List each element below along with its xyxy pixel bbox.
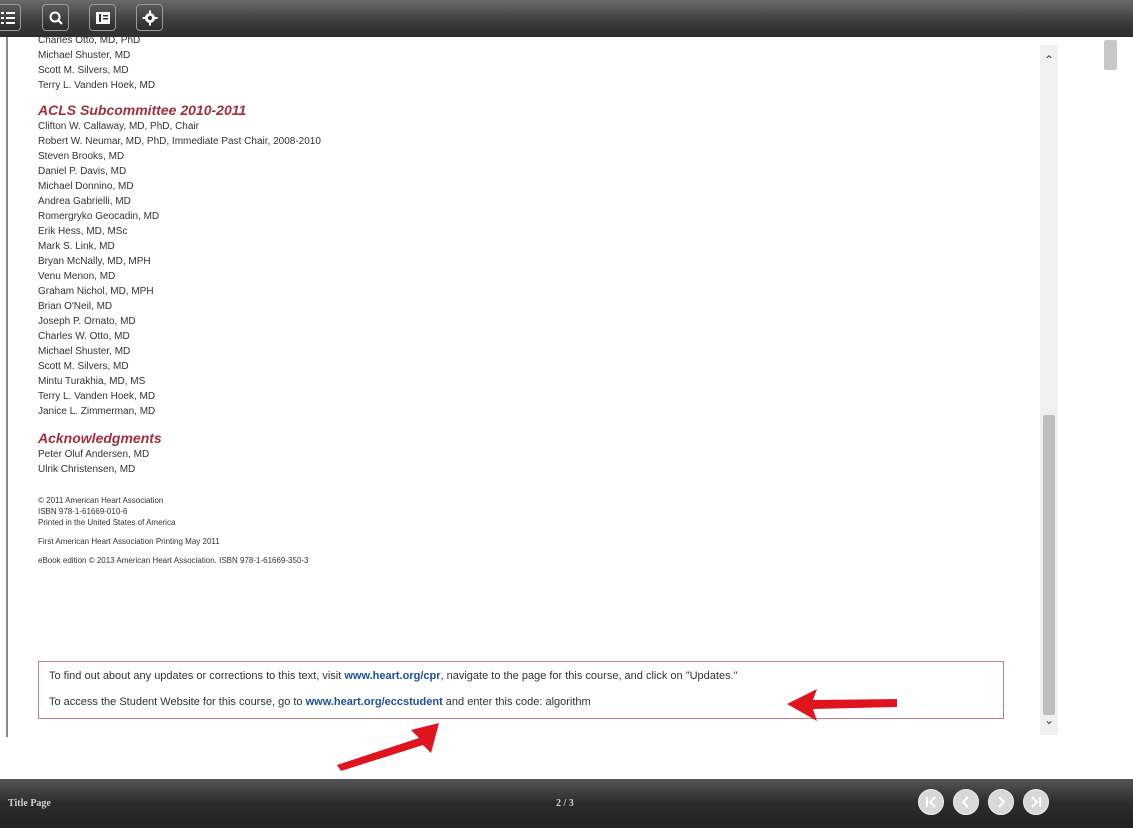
- scroll-down-icon[interactable]: ⌄: [1044, 713, 1054, 727]
- search-button[interactable]: [42, 4, 69, 31]
- printing-line: First American Heart Association Printin…: [38, 537, 220, 546]
- name-entry: Joseph P. Ornato, MD: [38, 316, 136, 327]
- outer-margin: [1063, 37, 1133, 779]
- name-entry: Venu Menon, MD: [38, 271, 116, 282]
- name-entry: Charles Otto, MD, PhD: [38, 37, 141, 46]
- book-icon: [96, 12, 110, 24]
- outer-scrollbar-thumb[interactable]: [1104, 40, 1117, 70]
- name-entry: Erik Hess, MD, MSc: [38, 226, 128, 237]
- name-entry: Andrea Gabrielli, MD: [38, 196, 131, 207]
- acknowledgments-title: Acknowledgments: [38, 430, 162, 446]
- name-entry: Steven Brooks, MD: [38, 151, 125, 162]
- gear-icon: [142, 10, 158, 26]
- first-page-button[interactable]: [918, 789, 944, 815]
- search-icon: [49, 11, 63, 25]
- scroll-up-icon[interactable]: ⌃: [1044, 53, 1054, 67]
- red-arrow-right-annotation: [787, 689, 897, 721]
- name-entry: Graham Nichol, MD, MPH: [38, 286, 154, 297]
- chevron-right-icon: [998, 796, 1006, 808]
- eccstudent-link[interactable]: www.heart.org/eccstudent: [306, 696, 443, 708]
- name-entry: Mark S. Link, MD: [38, 241, 115, 252]
- legal-line: © 2011 American Heart Association: [38, 496, 164, 505]
- top-toolbar: [0, 0, 1133, 37]
- last-page-icon: [1031, 796, 1041, 808]
- name-entry: Michael Shuster, MD: [38, 346, 131, 357]
- scrollbar-thumb[interactable]: [1043, 415, 1055, 715]
- name-entry: Mintu Turakhia, MD, MS: [38, 376, 146, 387]
- name-entry: Romergryko Geocadin, MD: [38, 211, 160, 222]
- red-arrow-bottom-annotation: [337, 723, 439, 771]
- legal-line: ISBN 978-1-61669-010-6: [38, 507, 128, 516]
- name-entry: Scott M. Silvers, MD: [38, 361, 129, 372]
- settings-button[interactable]: [136, 4, 163, 31]
- last-page-button[interactable]: [1023, 789, 1049, 815]
- previous-page-button[interactable]: [953, 789, 979, 815]
- name-entry: Brian O'Neil, MD: [38, 301, 113, 312]
- name-entry: Daniel P. Davis, MD: [38, 166, 127, 177]
- acls-subcommittee-title: ACLS Subcommittee 2010-2011: [38, 102, 247, 118]
- top-name-list: Charles Otto, MD, PhD Michael Shuster, MD…: [38, 37, 1028, 93]
- name-entry: Bryan McNally, MD, MPH: [38, 256, 151, 267]
- page-indicator: 2 / 3: [556, 798, 574, 809]
- section-label: Title Page: [8, 798, 51, 809]
- page-scrollbar[interactable]: [1040, 45, 1058, 735]
- name-entry: Robert W. Neumar, MD, PhD, Immediate Pas…: [38, 136, 321, 147]
- book-button[interactable]: [89, 4, 116, 31]
- document-page: Charles Otto, MD, PhD Michael Shuster, MD…: [0, 37, 1063, 779]
- chevron-left-icon: [961, 796, 969, 808]
- name-entry: Michael Donnino, MD: [38, 181, 134, 192]
- name-entry: Terry L. Vanden Hoek, MD: [38, 391, 156, 402]
- next-page-button[interactable]: [988, 789, 1014, 815]
- name-entry: Clifton W. Callaway, MD, PhD, Chair: [38, 121, 199, 132]
- legal-line: Printed in the United States of America: [38, 518, 176, 527]
- updates-line: To find out about any updates or correct…: [49, 670, 738, 682]
- cpr-link[interactable]: www.heart.org/cpr: [344, 670, 440, 682]
- acknowledgments-name-list: Peter Oluf Andersen, MD Ulrik Christensen…: [38, 447, 1028, 477]
- student-text-start: To access the Student Website for this c…: [49, 696, 306, 708]
- name-entry: Terry L. Vanden Hoek, MD: [38, 80, 156, 91]
- page-content: Charles Otto, MD, PhD Michael Shuster, MD…: [38, 37, 1028, 566]
- name-entry: Ulrik Christensen, MD: [38, 464, 136, 475]
- bottom-navigation-bar: Title Page 2 / 3: [0, 779, 1133, 828]
- name-entry: Peter Oluf Andersen, MD: [38, 449, 150, 460]
- toc-button[interactable]: [0, 4, 21, 31]
- updates-text-end: , navigate to the page for this course, …: [440, 670, 738, 682]
- ebook-edition-line: eBook edition © 2013 American Heart Asso…: [38, 556, 309, 565]
- updates-text-start: To find out about any updates or correct…: [49, 670, 345, 682]
- name-entry: Charles W. Otto, MD: [38, 331, 130, 342]
- acls-name-list: Clifton W. Callaway, MD, PhD, Chair Rober…: [38, 119, 1028, 419]
- copyright-block: © 2011 American Heart Association ISBN 97…: [38, 495, 1028, 528]
- name-entry: Michael Shuster, MD: [38, 50, 131, 61]
- name-entry: Janice L. Zimmerman, MD: [38, 406, 156, 417]
- page-left-border: [6, 37, 8, 737]
- toc-icon: [1, 12, 15, 24]
- first-page-icon: [926, 796, 936, 808]
- name-entry: Scott M. Silvers, MD: [38, 65, 129, 76]
- student-text-end: and enter this code: algorithm: [442, 696, 591, 708]
- student-website-line: To access the Student Website for this c…: [49, 696, 591, 708]
